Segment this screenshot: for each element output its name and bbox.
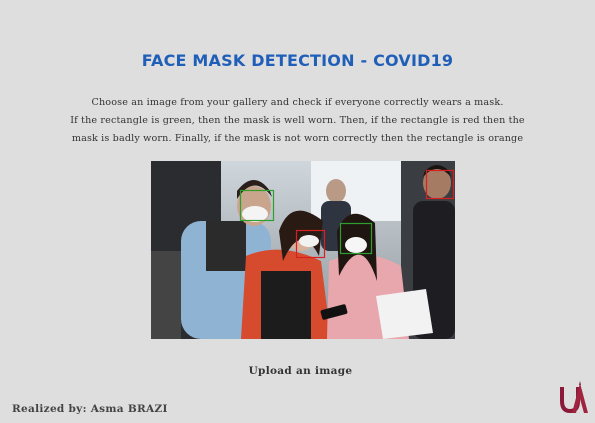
instructions-line-2: If the rectangle is green, then the mask… xyxy=(70,115,525,126)
instructions-text: Choose an image from your gallery and ch… xyxy=(40,94,555,148)
instructions-line-3: mask is badly worn. Finally, if the mask… xyxy=(71,133,524,144)
university-logo-icon xyxy=(556,379,592,415)
upload-image-button[interactable]: Upload an image xyxy=(0,365,595,377)
instructions-line-1: Choose an image from your gallery and ch… xyxy=(91,97,504,108)
page-title: FACE MASK DETECTION - COVID19 xyxy=(141,51,454,70)
detection-result-image xyxy=(151,161,455,339)
author-credit: Realized by: Asma BRAZI xyxy=(12,403,168,415)
detection-photo-scene xyxy=(151,161,455,339)
